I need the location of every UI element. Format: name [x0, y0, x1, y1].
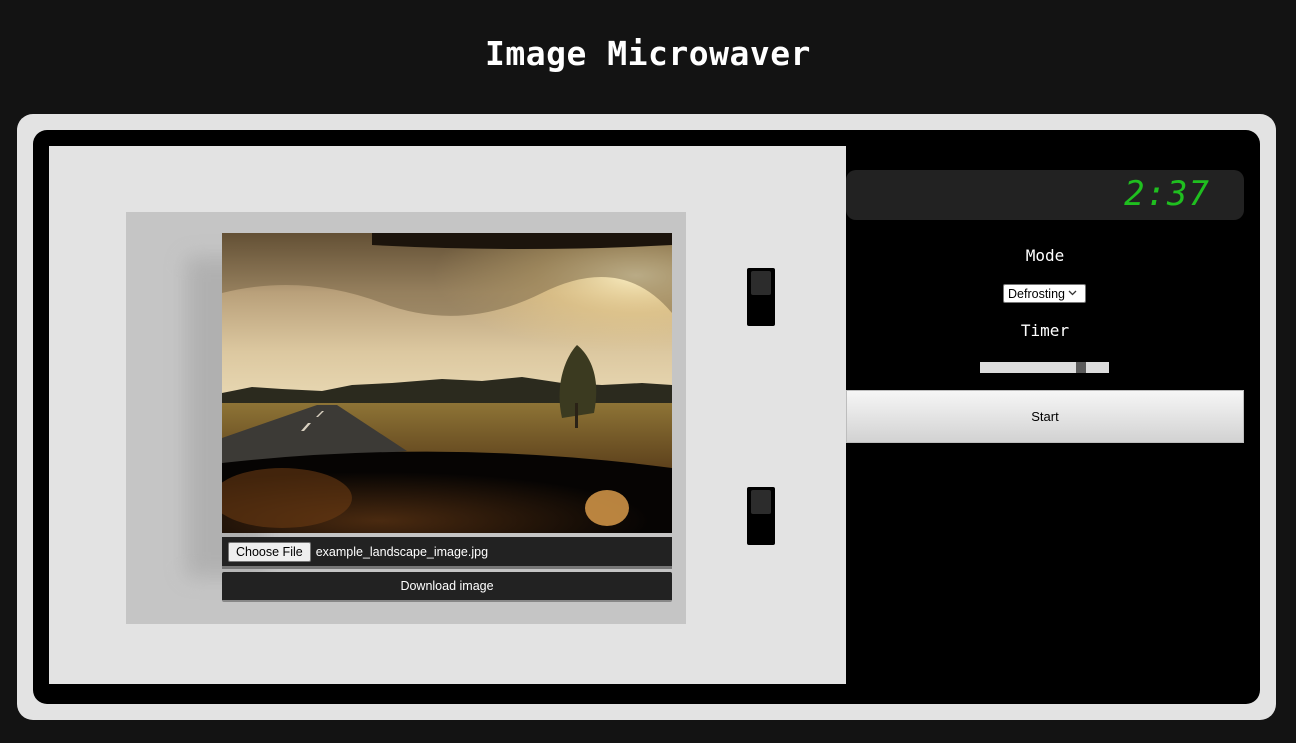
- clock-digits: 2:37: [1124, 174, 1210, 214]
- mode-select-value: Defrosting: [1008, 286, 1065, 301]
- download-image-button[interactable]: Download image: [222, 572, 672, 602]
- microwave-body: Choose File example_landscape_image.jpg …: [17, 114, 1276, 720]
- choose-file-button[interactable]: Choose File: [228, 541, 311, 562]
- microwave-frame: Choose File example_landscape_image.jpg …: [33, 130, 1260, 704]
- landscape-image: [222, 233, 672, 533]
- timer-slider-thumb[interactable]: [1076, 362, 1086, 373]
- door-latch-top: [747, 268, 775, 326]
- door-window: Choose File example_landscape_image.jpg …: [126, 212, 686, 624]
- door-latch-bottom: [747, 487, 775, 545]
- landscape-image-graphic: [222, 233, 672, 533]
- timer-label: Timer: [1020, 321, 1070, 340]
- mode-select[interactable]: Defrosting: [1003, 284, 1086, 303]
- page-title: Image Microwaver: [485, 34, 811, 73]
- file-input-row: Choose File example_landscape_image.jpg: [222, 537, 672, 569]
- mode-label: Mode: [1025, 246, 1065, 265]
- microwave-door: Choose File example_landscape_image.jpg …: [49, 146, 846, 684]
- timer-slider[interactable]: [980, 362, 1109, 373]
- clock-display: 2:37: [846, 170, 1244, 220]
- chevron-down-icon: [1068, 288, 1077, 299]
- start-button[interactable]: Start: [846, 390, 1244, 443]
- selected-file-name: example_landscape_image.jpg: [315, 544, 489, 559]
